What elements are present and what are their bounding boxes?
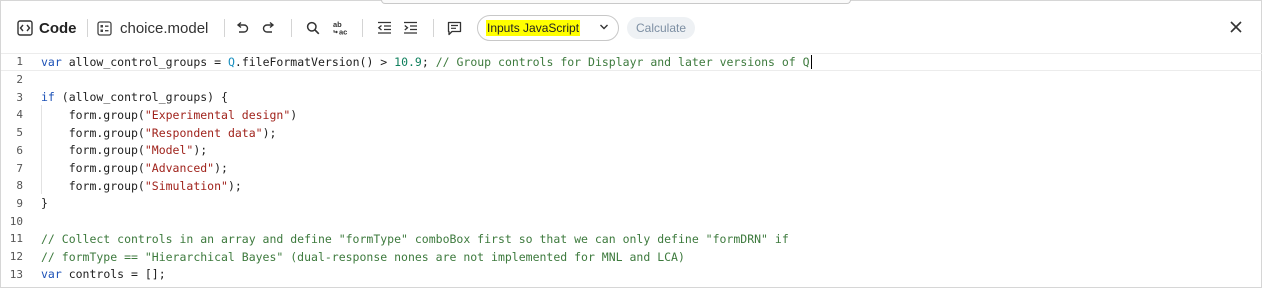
- code-editor-window: Code choice.model ab ac Inputs JavaScrip…: [0, 0, 1262, 288]
- model-name-label: choice.model: [120, 19, 209, 37]
- code-line: 3 if (allow_control_groups) {: [1, 88, 1262, 106]
- code-text: // Collect controls in an array and defi…: [41, 231, 789, 246]
- comment-icon: [447, 21, 462, 36]
- close-icon: [1229, 20, 1243, 34]
- inputs-javascript-select[interactable]: Inputs JavaScript: [477, 15, 619, 41]
- code-line: 10: [1, 212, 1262, 230]
- code-text: var controls = [];: [41, 267, 166, 282]
- indent-button[interactable]: [403, 8, 418, 48]
- code-line: 6 form.group("Model");: [1, 142, 1262, 160]
- line-number: 4: [16, 108, 23, 122]
- chevron-down-icon: [599, 23, 609, 31]
- line-number: 9: [16, 196, 23, 210]
- inputs-select-value: Inputs JavaScript: [486, 20, 581, 36]
- code-text: form.group("Experimental design"): [41, 107, 298, 122]
- indent-icon: [403, 21, 418, 35]
- redo-icon: [262, 21, 276, 35]
- model-name: choice.model: [97, 8, 208, 48]
- code-title: Code: [17, 8, 77, 48]
- undo-button[interactable]: [235, 8, 249, 48]
- line-number: 12: [9, 250, 23, 264]
- code-line: 9 }: [1, 195, 1262, 213]
- code-icon: [17, 20, 33, 36]
- code-text: }: [41, 196, 48, 211]
- close-button[interactable]: [1229, 20, 1243, 39]
- line-number: 8: [16, 179, 23, 193]
- code-line: 13 var controls = [];: [1, 265, 1262, 283]
- search-icon: [306, 21, 320, 35]
- top-tab-edge: [381, 0, 851, 4]
- code-text: // formType == "Hierarchical Bayes" (dua…: [41, 249, 685, 264]
- text-cursor: [810, 55, 812, 70]
- code-text: form.group("Advanced");: [41, 161, 228, 176]
- code-line: 5 form.group("Respondent data");: [1, 124, 1262, 142]
- toolbar-divider: [224, 19, 225, 37]
- line-number: 3: [16, 90, 23, 104]
- code-text: form.group("Simulation");: [41, 178, 242, 193]
- code-line: 2: [1, 71, 1262, 89]
- model-file-icon: [97, 20, 112, 36]
- outdent-button[interactable]: [377, 8, 392, 48]
- redo-button[interactable]: [262, 8, 276, 48]
- code-line: 7 form.group("Advanced");: [1, 159, 1262, 177]
- line-number: 2: [16, 73, 23, 87]
- toolbar: Code choice.model ab ac Inputs JavaScrip…: [1, 8, 1262, 48]
- line-number: 11: [9, 232, 23, 246]
- code-label: Code: [39, 19, 77, 37]
- replace-icon: ab ac: [332, 20, 350, 36]
- line-number: 7: [16, 161, 23, 175]
- toolbar-divider: [362, 19, 363, 37]
- outdent-icon: [377, 21, 392, 35]
- code-line: 12 // formType == "Hierarchical Bayes" (…: [1, 248, 1262, 266]
- line-number: 1: [16, 55, 23, 69]
- code-text: if (allow_control_groups) {: [41, 90, 228, 105]
- toolbar-divider: [433, 19, 434, 37]
- code-line: 1 var allow_control_groups = Q.fileForma…: [1, 53, 1262, 71]
- comment-button[interactable]: [447, 8, 462, 48]
- line-number: 5: [16, 126, 23, 140]
- calculate-button[interactable]: Calculate: [627, 17, 695, 39]
- undo-icon: [235, 21, 249, 35]
- code-text: form.group("Respondent data");: [41, 125, 277, 140]
- code-line: 4 form.group("Experimental design"): [1, 106, 1262, 124]
- code-text: var allow_control_groups = Q.fileFormatV…: [41, 54, 812, 70]
- toolbar-divider: [291, 19, 292, 37]
- code-line: 11 // Collect controls in an array and d…: [1, 230, 1262, 248]
- code-text: form.group("Model");: [41, 143, 208, 158]
- search-button[interactable]: [306, 8, 320, 48]
- replace-button[interactable]: ab ac: [332, 8, 350, 48]
- line-number: 10: [9, 214, 23, 228]
- line-number: 13: [9, 267, 23, 281]
- line-number: 6: [16, 143, 23, 157]
- svg-text:ac: ac: [339, 28, 347, 37]
- toolbar-divider: [87, 19, 88, 37]
- code-editor[interactable]: 1 var allow_control_groups = Q.fileForma…: [1, 53, 1262, 288]
- code-line: 8 form.group("Simulation");: [1, 177, 1262, 195]
